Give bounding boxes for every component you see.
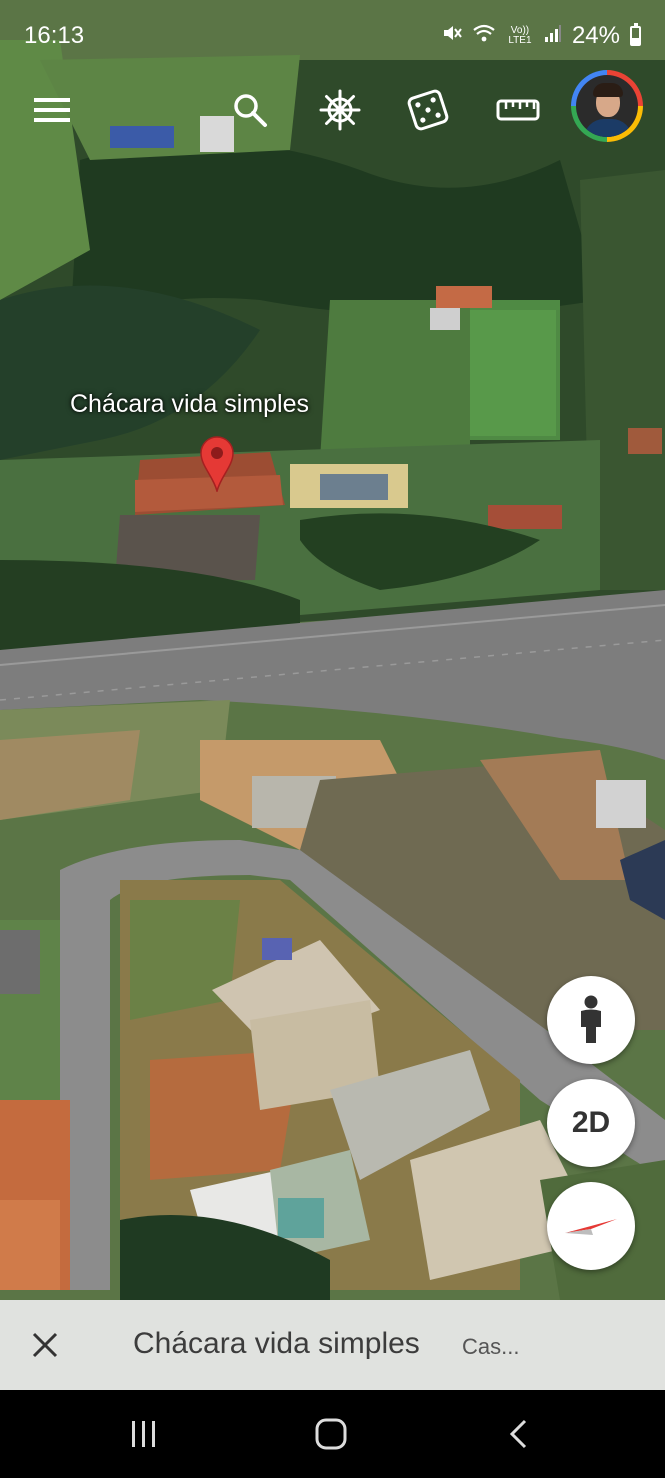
feeling-lucky-button[interactable] [402, 84, 454, 136]
volte-indicator: Vo)) LTE1 [508, 25, 532, 46]
search-button[interactable] [224, 84, 276, 136]
battery-percent: 24% [571, 22, 620, 49]
mute-icon [442, 23, 462, 49]
back-icon [509, 1419, 527, 1449]
close-icon [32, 1332, 58, 1358]
place-info-bar[interactable]: Chácara vida simples Cas... [0, 1300, 665, 1390]
status-time: 16:13 [24, 22, 85, 49]
menu-button[interactable] [26, 84, 78, 136]
satellite-map[interactable] [0, 0, 665, 1390]
search-icon [234, 94, 267, 127]
home-icon [315, 1418, 347, 1450]
back-button[interactable] [488, 1412, 548, 1456]
ships-wheel-icon [319, 89, 361, 131]
pegman-icon [581, 995, 601, 1043]
dice-icon [407, 89, 449, 131]
account-avatar[interactable] [571, 70, 643, 142]
recents-icon [132, 1421, 155, 1447]
home-button[interactable] [301, 1412, 361, 1456]
close-button[interactable] [22, 1322, 68, 1368]
ruler-icon [496, 99, 540, 121]
compass-button[interactable] [547, 1182, 635, 1270]
view-mode-2d-button[interactable]: 2D [547, 1079, 635, 1167]
top-toolbar [0, 70, 665, 150]
battery-icon [630, 23, 641, 46]
voyager-button[interactable] [314, 84, 366, 136]
map-imagery [0, 0, 665, 1390]
status-icons: Vo)) LTE1 24% [442, 22, 641, 50]
place-title: Chácara vida simples [133, 1327, 420, 1360]
avatar [576, 75, 638, 137]
wifi-icon [472, 23, 496, 49]
map-place-label[interactable]: Chácara vida simples [70, 390, 309, 419]
street-view-button[interactable] [547, 976, 635, 1064]
menu-icon [34, 98, 70, 122]
measure-button[interactable] [492, 84, 544, 136]
status-bar: 16:13 Vo)) LTE1 24% [0, 0, 665, 70]
recents-button[interactable] [114, 1412, 174, 1456]
system-nav-bar [0, 1390, 665, 1478]
place-subtitle: Cas... [462, 1334, 520, 1359]
signal-icon [544, 23, 562, 49]
location-pin-icon[interactable] [199, 436, 235, 494]
compass-icon [565, 1219, 617, 1235]
